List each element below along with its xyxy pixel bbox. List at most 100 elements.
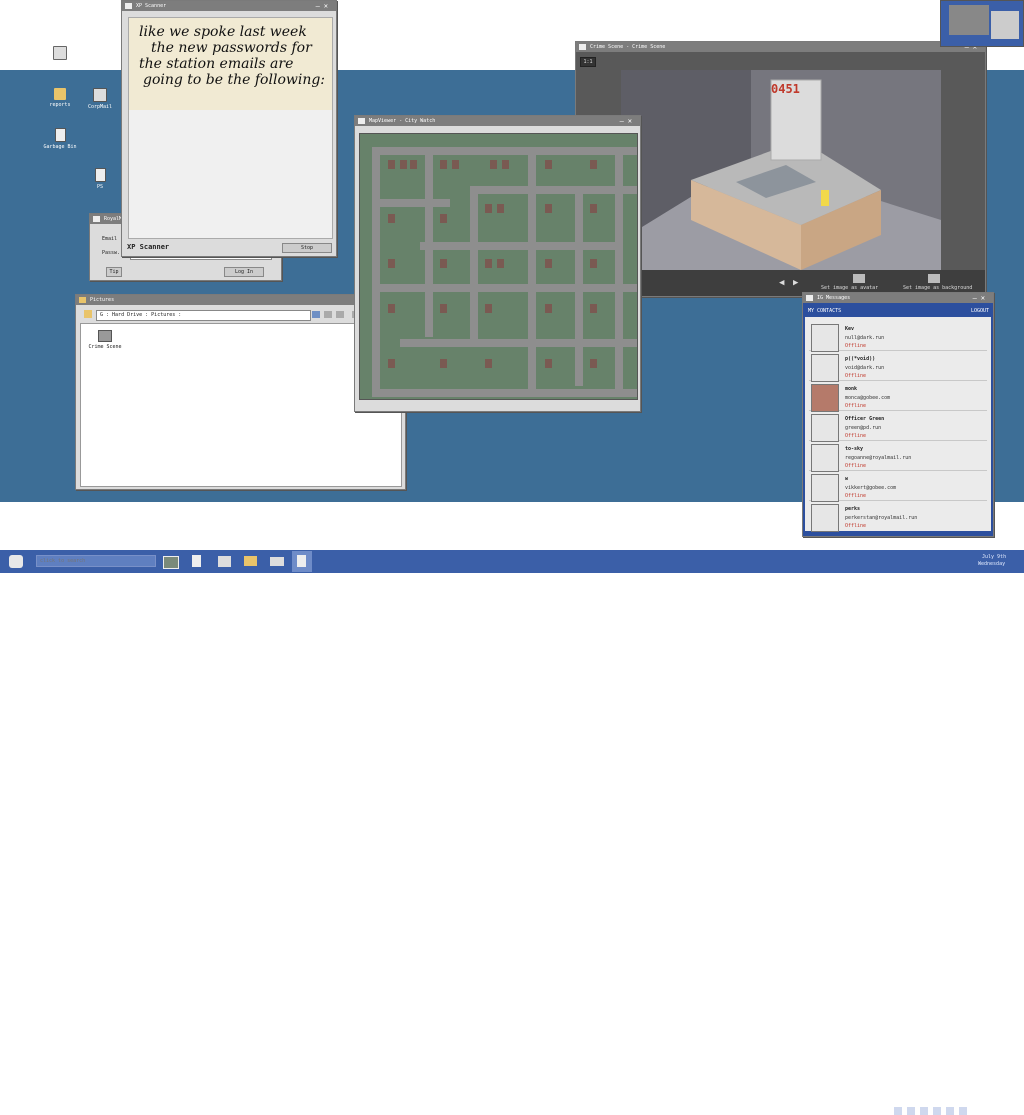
chat-icon [806,295,813,301]
contact-name: to-sky [845,446,864,452]
contact-name: monk [845,386,858,392]
desktop-icon-computer[interactable] [40,46,80,62]
window-controls[interactable]: –✕ [316,1,332,11]
window-title: XP Scanner [136,3,167,9]
contact-row[interactable]: Officer Green green@pd.run Offline [809,412,987,442]
crime-scene-image [621,70,941,276]
desktop-icon-reports[interactable]: reports [40,88,80,108]
messages-window: IG Messages –✕ MY CONTACTS LOGOUT Kev nu… [802,292,994,537]
window-controls[interactable]: –✕ [620,116,636,126]
file-icon [94,168,106,182]
crime-scene-titlebar[interactable]: Crime Scene - Crime Scene –✕ [576,42,985,52]
file-crime-scene[interactable]: Crime Scene [87,330,123,350]
desktop-icon-garbage[interactable]: Garbage Bin [40,128,80,150]
image-file-icon [98,330,112,342]
set-background-label[interactable]: Set image as background [903,285,972,291]
contact-row[interactable]: monk monca@gobee.com Offline [809,382,987,412]
scanner-footer-label: XP Scanner [127,243,170,251]
contact-row[interactable]: perks perkerstan@royalmail.run Offline [809,502,987,532]
desktop-icon-label: PS [96,184,104,190]
background-set-icon[interactable] [928,274,940,283]
xp-scanner-titlebar[interactable]: XP Scanner –✕ [122,1,336,11]
contact-status: Offline [845,463,867,469]
contact-status: Offline [845,523,867,529]
contact-status: Offline [845,373,867,379]
map-titlebar[interactable]: MapViewer - City Watch –✕ [355,116,640,126]
chat-tray-icon[interactable] [933,1107,941,1115]
note-line: like we spoke last week [139,24,307,40]
contact-status: Offline [845,433,867,439]
trash-icon [54,128,66,142]
mail-icon [93,216,100,222]
window-title: Crime Scene - Crime Scene [590,44,666,50]
scanned-note: like we spoke last week the new password… [129,18,332,110]
document-taskbar-icon[interactable] [192,555,201,567]
desktop-icon-label: reports [49,102,71,108]
messages-titlebar[interactable]: IG Messages –✕ [803,293,993,303]
set-avatar-label[interactable]: Set image as avatar [821,285,878,291]
prev-arrow-icon[interactable]: ◀ [779,278,784,288]
city-map[interactable] [359,133,638,400]
screen-preview-thumbnail[interactable] [940,0,1024,47]
active-app-highlight[interactable] [292,551,312,572]
folder-up-icon[interactable] [84,310,92,318]
taskbar-search-input[interactable] [36,555,156,567]
mail-icon [93,88,107,102]
taskbar: July 9th Wednesday [0,550,1024,1115]
computer-icon [53,46,67,60]
desktop-icon-p[interactable]: PS [80,168,120,190]
view-details-icon[interactable] [336,311,344,318]
map-window: MapViewer - City Watch –✕ [354,115,641,412]
map-icon [358,118,365,124]
note-line: going to be the following: [143,72,326,88]
window-title: IG Messages [817,295,851,301]
tip-button[interactable]: Tip [106,267,122,277]
monitor-tray-icon[interactable] [920,1107,928,1115]
desktop-icon-corpmail[interactable]: CorpMail [80,88,120,110]
path-bar[interactable]: G : Hard Drive : Pictures : [96,310,311,321]
view-list-icon[interactable] [324,311,332,318]
window-controls[interactable]: –✕ [973,293,989,303]
map-taskbar-icon[interactable] [163,556,179,569]
computer-taskbar-icon[interactable] [218,556,231,567]
scanner-taskbar-icon [297,555,306,567]
contact-status: Offline [845,343,867,349]
contact-row[interactable]: Kev null@dark.run Offline [809,322,987,352]
window-title: Pictures [90,297,115,303]
contact-email: vikkert@gobee.com [845,485,897,491]
avatar [811,384,839,412]
contact-email: green@pd.run [845,425,882,431]
stop-button[interactable]: Stop [282,243,332,253]
view-icons-icon[interactable] [312,311,320,318]
contact-row[interactable]: w vikkert@gobee.com Offline [809,472,987,502]
folder-taskbar-icon[interactable] [244,556,257,566]
start-wolf-icon[interactable] [9,555,23,568]
note-line: the station emails are [139,56,294,72]
contact-email: perkerstan@royalmail.run [845,515,918,521]
date-line2: Wednesday [978,561,1006,567]
next-arrow-icon[interactable]: ▶ [793,278,798,288]
zoom-button[interactable]: 1:1 [580,57,596,67]
contact-name: p((*void)) [845,356,876,362]
contact-email: monca@gobee.com [845,395,891,401]
contact-email: void@dark.run [845,365,885,371]
folder-icon [79,297,86,303]
network-tray-icon[interactable] [946,1107,954,1115]
clipboard-tray-icon[interactable] [959,1107,967,1115]
settings-tray-icon[interactable] [894,1107,902,1115]
desktop-icon-label: Garbage Bin [43,144,77,150]
contact-row[interactable]: p((*void)) void@dark.run Offline [809,352,987,382]
contact-row[interactable]: to-sky regoanne@royalmail.run Offline [809,442,987,472]
contacts-header: MY CONTACTS [808,308,842,314]
avatar-set-icon[interactable] [853,274,865,283]
desktop-icon-label: CorpMail [87,104,113,110]
xp-scanner-window: XP Scanner –✕ like we spoke last week th… [121,0,337,257]
email-label: Email [102,236,118,242]
logout-link[interactable]: LOGOUT [971,308,989,314]
contact-name: Kev [845,326,855,332]
login-button[interactable]: Log In [224,267,264,277]
mail-taskbar-icon[interactable] [270,557,284,566]
date-line1: July 9th [982,554,1007,560]
battery-tray-icon[interactable] [907,1107,915,1115]
avatar [811,354,839,382]
